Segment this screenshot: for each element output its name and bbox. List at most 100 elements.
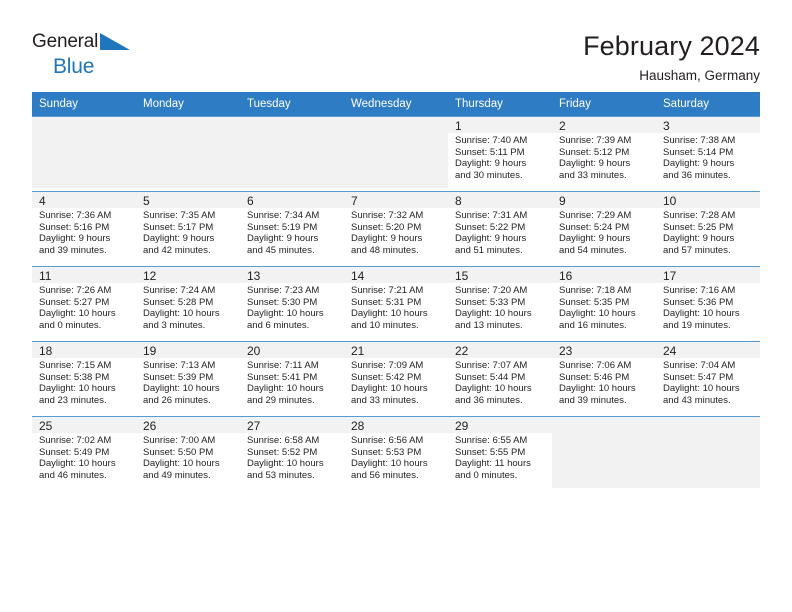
day-details: Sunrise: 7:39 AM Sunset: 5:12 PM Dayligh… <box>559 135 649 181</box>
sunset-text: Sunset: 5:25 PM <box>663 221 734 233</box>
day-cell[interactable]: 6 Sunrise: 7:34 AM Sunset: 5:19 PM Dayli… <box>240 191 344 267</box>
day-cell[interactable]: 12 Sunrise: 7:24 AM Sunset: 5:28 PM Dayl… <box>136 266 240 342</box>
day-number: 15 <box>455 269 469 283</box>
day-number: 29 <box>455 419 469 433</box>
day-cell[interactable]: 18 Sunrise: 7:15 AM Sunset: 5:38 PM Dayl… <box>32 341 136 417</box>
sunset-text: Sunset: 5:22 PM <box>455 221 526 233</box>
logo-blue-text: Blue <box>53 55 95 78</box>
day-number: 3 <box>663 119 670 133</box>
day-cell-empty <box>136 116 240 192</box>
day-cell[interactable]: 10 Sunrise: 7:28 AM Sunset: 5:25 PM Dayl… <box>656 191 760 267</box>
daylight-text-line1: Daylight: 10 hours <box>143 383 220 395</box>
daylight-text-line2: and 54 minutes. <box>559 244 627 256</box>
daylight-text-line2: and 6 minutes. <box>247 319 310 331</box>
sunrise-text: Sunrise: 7:34 AM <box>247 210 320 221</box>
day-number: 14 <box>351 269 365 283</box>
daylight-text-line2: and 19 minutes. <box>663 319 731 331</box>
weekday-header-friday: Friday <box>552 92 656 117</box>
day-cell[interactable]: 22 Sunrise: 7:07 AM Sunset: 5:44 PM Dayl… <box>448 341 552 417</box>
day-cell[interactable]: 3 Sunrise: 7:38 AM Sunset: 5:14 PM Dayli… <box>656 116 760 192</box>
day-cell[interactable]: 7 Sunrise: 7:32 AM Sunset: 5:20 PM Dayli… <box>344 191 448 267</box>
sunrise-text: Sunrise: 7:06 AM <box>559 360 632 371</box>
day-cell[interactable]: 19 Sunrise: 7:13 AM Sunset: 5:39 PM Dayl… <box>136 341 240 417</box>
sunset-text: Sunset: 5:35 PM <box>559 296 630 308</box>
daylight-text-line1: Daylight: 10 hours <box>39 308 116 320</box>
sunrise-text: Sunrise: 7:13 AM <box>143 360 216 371</box>
day-number: 24 <box>663 344 677 358</box>
daylight-text-line2: and 36 minutes. <box>455 394 523 406</box>
daylight-text-line1: Daylight: 10 hours <box>39 458 116 470</box>
day-cell[interactable]: 13 Sunrise: 7:23 AM Sunset: 5:30 PM Dayl… <box>240 266 344 342</box>
day-cell[interactable]: 26 Sunrise: 7:00 AM Sunset: 5:50 PM Dayl… <box>136 416 240 491</box>
day-cell-empty <box>240 116 344 192</box>
day-cell-empty <box>552 416 656 491</box>
day-details: Sunrise: 7:21 AM Sunset: 5:31 PM Dayligh… <box>351 285 441 331</box>
daylight-text-line1: Daylight: 9 hours <box>39 233 111 245</box>
day-number: 23 <box>559 344 573 358</box>
sunrise-text: Sunrise: 7:35 AM <box>143 210 216 221</box>
day-cell[interactable]: 17 Sunrise: 7:16 AM Sunset: 5:36 PM Dayl… <box>656 266 760 342</box>
day-number: 17 <box>663 269 677 283</box>
day-cell[interactable]: 11 Sunrise: 7:26 AM Sunset: 5:27 PM Dayl… <box>32 266 136 342</box>
daylight-text-line1: Daylight: 10 hours <box>143 308 220 320</box>
day-cell[interactable]: 28 Sunrise: 6:56 AM Sunset: 5:53 PM Dayl… <box>344 416 448 491</box>
sunset-text: Sunset: 5:55 PM <box>455 446 526 458</box>
day-cell[interactable]: 5 Sunrise: 7:35 AM Sunset: 5:17 PM Dayli… <box>136 191 240 267</box>
weekday-header-saturday: Saturday <box>656 92 760 117</box>
calendar-body: 1 Sunrise: 7:40 AM Sunset: 5:11 PM Dayli… <box>32 116 760 491</box>
daylight-text-line1: Daylight: 10 hours <box>559 308 636 320</box>
sunrise-text: Sunrise: 6:58 AM <box>247 435 320 446</box>
weekday-header-sunday: Sunday <box>32 92 136 117</box>
sunrise-text: Sunrise: 7:38 AM <box>663 135 736 146</box>
day-details: Sunrise: 7:20 AM Sunset: 5:33 PM Dayligh… <box>455 285 545 331</box>
sunset-text: Sunset: 5:11 PM <box>455 146 525 158</box>
day-cell[interactable]: 4 Sunrise: 7:36 AM Sunset: 5:16 PM Dayli… <box>32 191 136 267</box>
general-blue-logo[interactable]: General Blue <box>32 30 152 77</box>
day-number: 20 <box>247 344 261 358</box>
day-cell[interactable]: 29 Sunrise: 6:55 AM Sunset: 5:55 PM Dayl… <box>448 416 552 491</box>
sunset-text: Sunset: 5:17 PM <box>143 221 214 233</box>
sunrise-text: Sunrise: 7:16 AM <box>663 285 736 296</box>
day-cell[interactable]: 25 Sunrise: 7:02 AM Sunset: 5:49 PM Dayl… <box>32 416 136 491</box>
day-cell[interactable]: 16 Sunrise: 7:18 AM Sunset: 5:35 PM Dayl… <box>552 266 656 342</box>
sunset-text: Sunset: 5:41 PM <box>247 371 318 383</box>
day-details: Sunrise: 7:24 AM Sunset: 5:28 PM Dayligh… <box>143 285 233 331</box>
day-cell[interactable]: 14 Sunrise: 7:21 AM Sunset: 5:31 PM Dayl… <box>344 266 448 342</box>
daylight-text-line1: Daylight: 9 hours <box>663 158 735 170</box>
day-cell-empty <box>32 116 136 192</box>
day-cell[interactable]: 2 Sunrise: 7:39 AM Sunset: 5:12 PM Dayli… <box>552 116 656 192</box>
day-details: Sunrise: 7:06 AM Sunset: 5:46 PM Dayligh… <box>559 360 649 406</box>
sunset-text: Sunset: 5:42 PM <box>351 371 422 383</box>
sunset-text: Sunset: 5:12 PM <box>559 146 630 158</box>
sunrise-text: Sunrise: 7:24 AM <box>143 285 216 296</box>
daylight-text-line1: Daylight: 10 hours <box>351 308 428 320</box>
sunset-text: Sunset: 5:31 PM <box>351 296 422 308</box>
day-cell-empty <box>344 116 448 192</box>
day-cell[interactable]: 23 Sunrise: 7:06 AM Sunset: 5:46 PM Dayl… <box>552 341 656 417</box>
day-number: 19 <box>143 344 157 358</box>
week-row: 18 Sunrise: 7:15 AM Sunset: 5:38 PM Dayl… <box>32 341 760 417</box>
day-cell[interactable]: 24 Sunrise: 7:04 AM Sunset: 5:47 PM Dayl… <box>656 341 760 417</box>
day-details: Sunrise: 7:04 AM Sunset: 5:47 PM Dayligh… <box>663 360 753 406</box>
daylight-text-line1: Daylight: 10 hours <box>455 308 532 320</box>
daylight-text-line1: Daylight: 10 hours <box>351 383 428 395</box>
day-cell[interactable]: 8 Sunrise: 7:31 AM Sunset: 5:22 PM Dayli… <box>448 191 552 267</box>
day-details: Sunrise: 7:32 AM Sunset: 5:20 PM Dayligh… <box>351 210 441 256</box>
page-title: February 2024 <box>583 31 760 61</box>
day-details: Sunrise: 7:35 AM Sunset: 5:17 PM Dayligh… <box>143 210 233 256</box>
daylight-text-line1: Daylight: 10 hours <box>247 458 324 470</box>
sunrise-text: Sunrise: 7:39 AM <box>559 135 632 146</box>
sunset-text: Sunset: 5:16 PM <box>39 221 110 233</box>
day-number: 9 <box>559 194 566 208</box>
day-cell[interactable]: 21 Sunrise: 7:09 AM Sunset: 5:42 PM Dayl… <box>344 341 448 417</box>
sunrise-text: Sunrise: 7:11 AM <box>247 360 319 371</box>
day-cell[interactable]: 1 Sunrise: 7:40 AM Sunset: 5:11 PM Dayli… <box>448 116 552 192</box>
daylight-text-line1: Daylight: 9 hours <box>559 158 631 170</box>
daylight-text-line2: and 48 minutes. <box>351 244 419 256</box>
sunset-text: Sunset: 5:49 PM <box>39 446 110 458</box>
day-cell[interactable]: 27 Sunrise: 6:58 AM Sunset: 5:52 PM Dayl… <box>240 416 344 491</box>
day-cell-empty <box>656 416 760 491</box>
day-cell[interactable]: 9 Sunrise: 7:29 AM Sunset: 5:24 PM Dayli… <box>552 191 656 267</box>
day-cell[interactable]: 20 Sunrise: 7:11 AM Sunset: 5:41 PM Dayl… <box>240 341 344 417</box>
day-cell[interactable]: 15 Sunrise: 7:20 AM Sunset: 5:33 PM Dayl… <box>448 266 552 342</box>
